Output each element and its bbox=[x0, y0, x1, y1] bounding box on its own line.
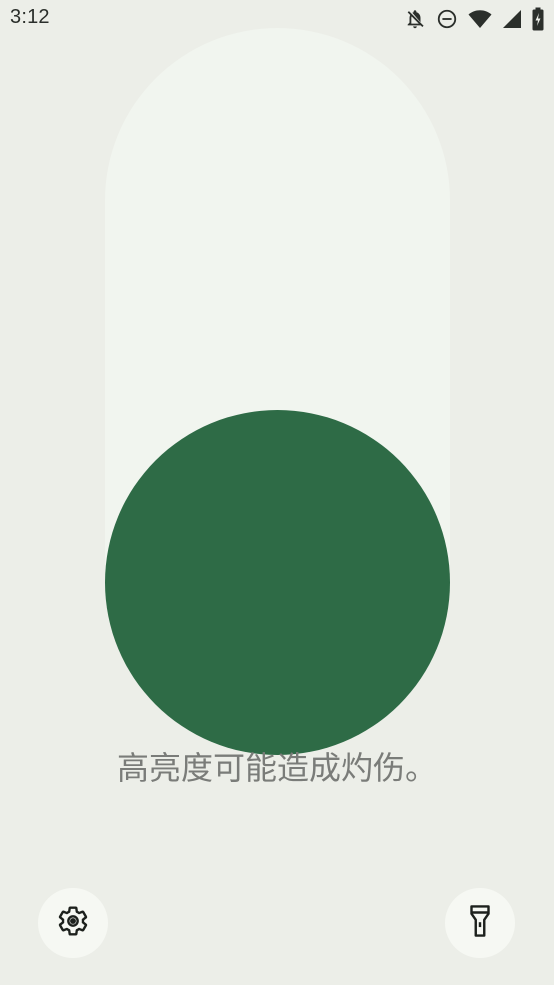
status-time: 3:12 bbox=[10, 6, 50, 28]
flashlight-button[interactable] bbox=[445, 888, 515, 958]
wifi-icon bbox=[468, 8, 492, 30]
flashlight-icon bbox=[465, 904, 495, 942]
settings-button[interactable] bbox=[38, 888, 108, 958]
brightness-slider-thumb[interactable] bbox=[105, 410, 450, 755]
do-not-disturb-icon bbox=[436, 8, 458, 30]
notifications-off-icon bbox=[404, 8, 426, 30]
cellular-signal-icon bbox=[502, 8, 522, 30]
burn-warning-text: 高亮度可能造成灼伤。 bbox=[116, 749, 437, 787]
gear-icon bbox=[57, 905, 89, 941]
battery-icon bbox=[532, 7, 544, 31]
status-icons bbox=[404, 6, 544, 32]
